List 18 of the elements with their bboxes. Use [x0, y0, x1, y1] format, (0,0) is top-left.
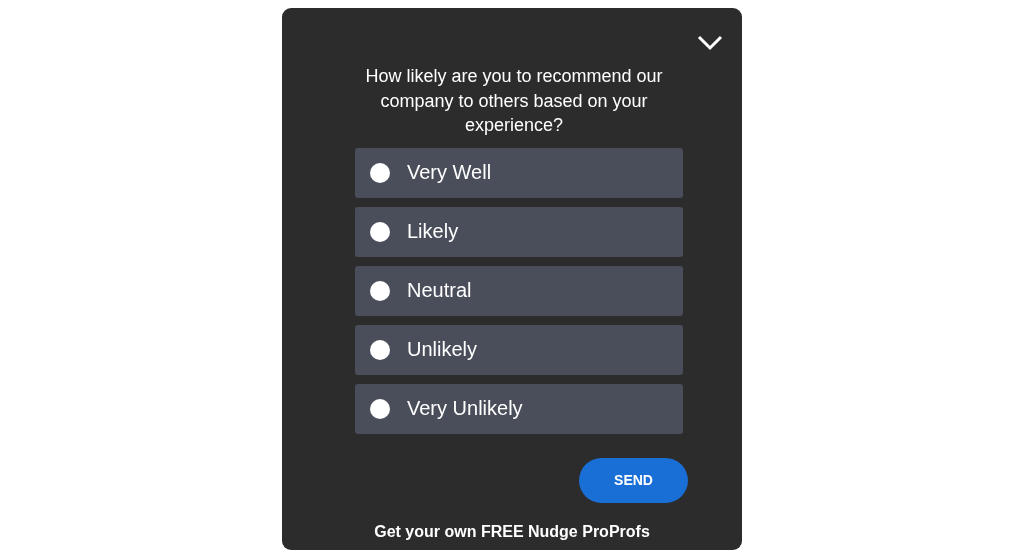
option-label: Unlikely — [407, 338, 478, 361]
radio-button[interactable] — [370, 398, 390, 419]
question-text: How likely are you to recommend our company to others based on your experience? — [364, 65, 664, 137]
send-button[interactable]: SEND — [579, 457, 688, 503]
answer-option[interactable]: Very Well — [355, 147, 683, 198]
radio-button[interactable] — [370, 221, 390, 242]
option-label: Very Well — [407, 161, 492, 184]
radio-button[interactable] — [370, 339, 390, 360]
option-label: Neutral — [407, 279, 472, 302]
radio-button[interactable] — [370, 280, 390, 301]
answer-option[interactable]: Likely — [355, 206, 683, 257]
footer-text: Get your own FREE Nudge ProProfs — [374, 522, 650, 541]
answer-option[interactable]: Very Unlikely — [355, 383, 683, 434]
answer-option[interactable]: Neutral — [355, 265, 683, 316]
answer-option[interactable]: Unlikely — [355, 324, 683, 375]
option-label: Very Unlikely — [407, 397, 523, 420]
radio-button[interactable] — [370, 162, 390, 183]
option-label: Likely — [407, 220, 459, 243]
